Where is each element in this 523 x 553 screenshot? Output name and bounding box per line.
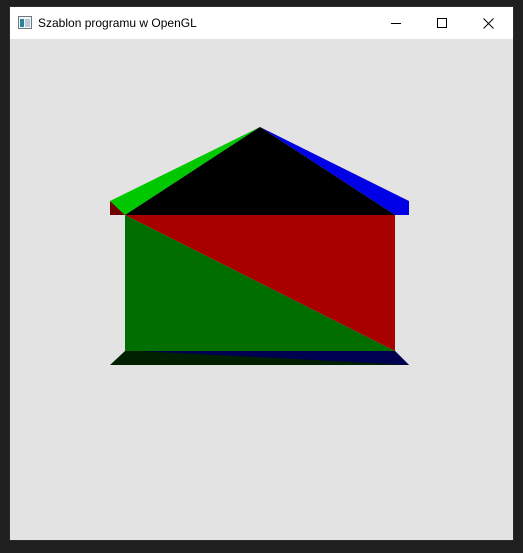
roof-front-face: [125, 127, 395, 215]
app-window: Szablon programu w OpenGL: [10, 7, 513, 540]
close-icon: [482, 17, 494, 29]
title-bar[interactable]: Szablon programu w OpenGL: [10, 7, 513, 39]
opengl-app-icon: [18, 16, 32, 29]
opengl-scene: [110, 127, 409, 365]
maximize-button[interactable]: [419, 7, 465, 39]
window-title: Szablon programu w OpenGL: [38, 16, 197, 30]
close-button[interactable]: [465, 7, 511, 39]
minimize-button[interactable]: [373, 7, 419, 39]
minimize-icon: [391, 23, 401, 24]
opengl-viewport[interactable]: [10, 39, 513, 540]
maximize-icon: [437, 18, 447, 28]
